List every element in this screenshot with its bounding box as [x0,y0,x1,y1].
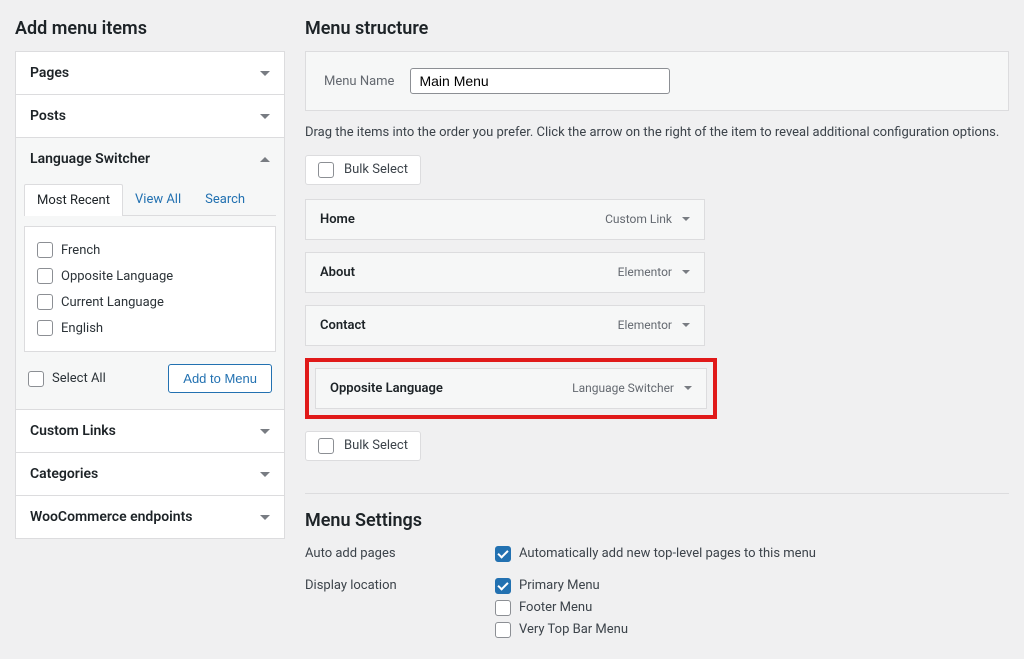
option-label: Opposite Language [61,269,173,284]
option-label: Very Top Bar Menu [519,622,628,637]
menu-item-contact[interactable]: Contact Elementor [305,305,705,346]
setting-label: Display location [305,575,495,641]
option-primary-menu[interactable]: Primary Menu [495,575,1009,597]
menu-name-label: Menu Name [324,74,394,89]
chevron-down-icon [260,114,270,119]
bulk-select-top[interactable]: Bulk Select [305,155,421,185]
option-footer-menu[interactable]: Footer Menu [495,597,1009,619]
item-type: Language Switcher [572,381,674,395]
panel-language-switcher[interactable]: Language Switcher [16,138,284,180]
option-label: Current Language [61,295,164,310]
chevron-down-icon[interactable] [682,270,690,274]
menu-item-opposite-language[interactable]: Opposite Language Language Switcher [315,368,707,409]
select-all-label: Select All [52,371,106,386]
add-to-menu-button[interactable]: Add to Menu [168,364,272,393]
item-type: Elementor [618,265,672,279]
panel-posts[interactable]: Posts [16,95,284,137]
divider [305,493,1009,494]
list-item[interactable]: Opposite Language [37,263,263,289]
checkbox[interactable] [495,578,511,594]
chevron-down-icon [260,429,270,434]
chevron-down-icon [260,515,270,520]
item-title: Opposite Language [330,381,443,396]
highlighted-frame: Opposite Language Language Switcher [305,358,717,419]
bulk-select-label: Bulk Select [344,438,408,453]
item-type: Elementor [618,318,672,332]
checkbox[interactable] [495,600,511,616]
panel-pages[interactable]: Pages [16,52,284,94]
tab-view-all[interactable]: View All [123,184,193,215]
panel-woocommerce-endpoints[interactable]: WooCommerce endpoints [16,496,284,538]
item-type: Custom Link [605,212,672,226]
chevron-down-icon[interactable] [682,323,690,327]
bulk-select-label: Bulk Select [344,162,408,177]
instructions-text: Drag the items into the order you prefer… [305,111,1009,155]
bulk-select-bottom[interactable]: Bulk Select [305,431,421,461]
setting-label: Auto add pages [305,543,495,565]
chevron-down-icon [260,472,270,477]
metabox-accordion: Pages Posts Language Switcher Most Recen… [15,51,285,539]
menu-item-about[interactable]: About Elementor [305,252,705,293]
chevron-down-icon[interactable] [684,386,692,390]
item-title: About [320,265,355,280]
option-very-top-bar-menu[interactable]: Very Top Bar Menu [495,619,1009,641]
menu-name-input[interactable] [410,68,670,94]
panel-label: Posts [30,108,66,124]
menu-structure-heading: Menu structure [305,18,1009,39]
option-label: Footer Menu [519,600,592,615]
option-auto-add[interactable]: Automatically add new top-level pages to… [495,543,1009,565]
language-option-list: French Opposite Language Current Languag… [24,226,276,352]
option-label: Primary Menu [519,578,600,593]
panel-label: Custom Links [30,423,116,439]
select-all-row[interactable]: Select All [28,366,106,392]
list-item[interactable]: English [37,315,263,341]
panel-label: Language Switcher [30,151,150,167]
menu-name-row: Menu Name [305,51,1009,111]
checkbox[interactable] [28,371,44,387]
panel-label: Categories [30,466,98,482]
checkbox[interactable] [318,162,334,178]
panel-categories[interactable]: Categories [16,453,284,495]
checkbox[interactable] [318,438,334,454]
option-label: French [61,243,100,258]
list-item[interactable]: French [37,237,263,263]
chevron-down-icon [260,71,270,76]
panel-label: Pages [30,65,69,81]
add-items-heading: Add menu items [15,18,285,39]
option-label: Automatically add new top-level pages to… [519,546,816,561]
tab-most-recent[interactable]: Most Recent [24,184,123,216]
item-title: Home [320,212,355,227]
checkbox[interactable] [495,546,511,562]
option-label: English [61,321,103,336]
panel-custom-links[interactable]: Custom Links [16,410,284,452]
tab-search[interactable]: Search [193,184,257,215]
menu-item-home[interactable]: Home Custom Link [305,199,705,240]
menu-settings-heading: Menu Settings [305,510,1009,531]
checkbox[interactable] [37,294,53,310]
setting-auto-add: Auto add pages Automatically add new top… [305,543,1009,565]
checkbox[interactable] [37,268,53,284]
metabox-tabs: Most Recent View All Search [24,184,276,216]
checkbox[interactable] [495,622,511,638]
panel-label: WooCommerce endpoints [30,509,192,525]
checkbox[interactable] [37,320,53,336]
menu-items-list: Home Custom Link About Elementor Contact… [305,199,1009,419]
item-title: Contact [320,318,366,333]
chevron-up-icon [260,157,270,162]
chevron-down-icon[interactable] [682,217,690,221]
list-item[interactable]: Current Language [37,289,263,315]
checkbox[interactable] [37,242,53,258]
setting-display-location: Display location Primary Menu Footer Men… [305,575,1009,641]
